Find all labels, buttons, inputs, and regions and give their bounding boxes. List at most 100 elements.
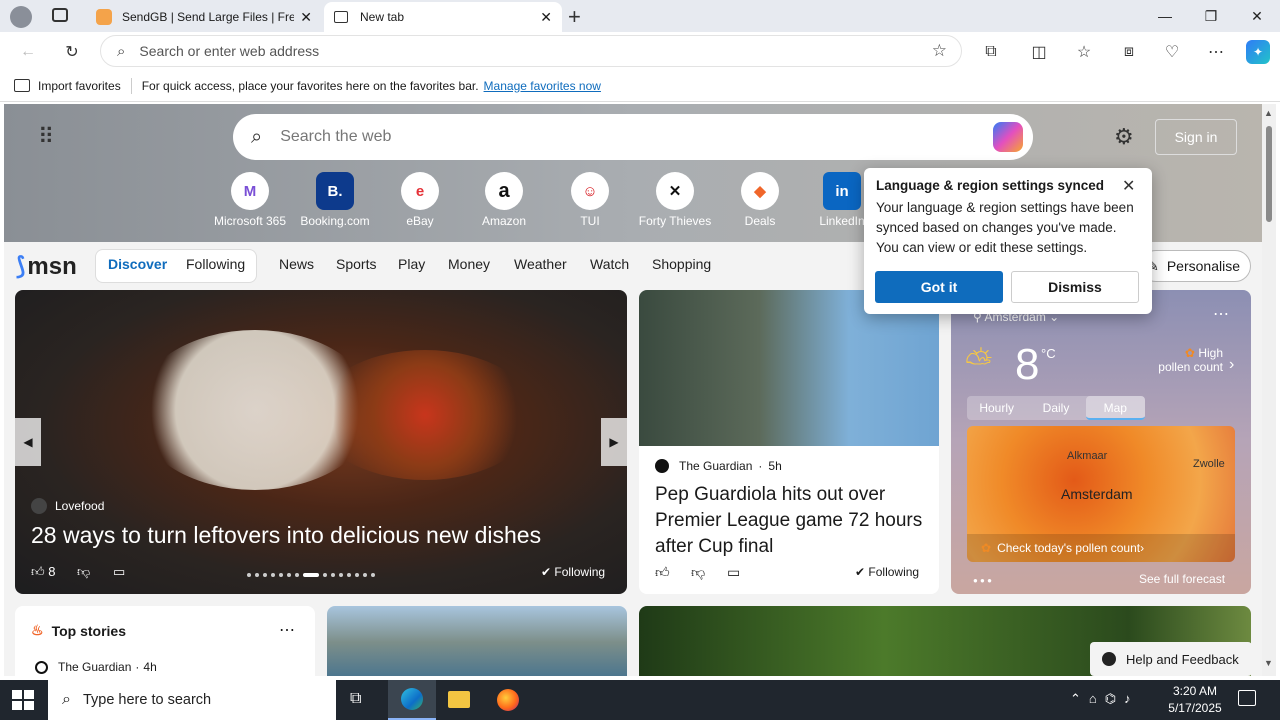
headline[interactable]: Pep Guardiola hits out over Premier Leag… bbox=[655, 482, 925, 560]
nav-sports[interactable]: Sports bbox=[336, 256, 376, 272]
nav-shopping[interactable]: Shopping bbox=[652, 256, 711, 272]
ebay-icon: e bbox=[401, 172, 439, 210]
close-icon[interactable]: ✕ bbox=[1122, 176, 1135, 196]
news-card[interactable]: The Guardian · 5h Pep Guardiola hits out… bbox=[639, 290, 939, 594]
quick-link-booking[interactable]: B. Booking.com bbox=[295, 172, 375, 228]
cycling-card[interactable] bbox=[327, 606, 627, 676]
web-search-box[interactable]: ⌕ Search the web bbox=[233, 114, 1033, 160]
quick-link-label: TUI bbox=[580, 214, 600, 228]
more-options-icon[interactable]: ⋯ bbox=[279, 620, 295, 640]
dismiss-button[interactable]: Dismiss bbox=[1011, 271, 1139, 303]
nav-weather[interactable]: Weather bbox=[514, 256, 567, 272]
chevron-right-icon[interactable]: › bbox=[1229, 356, 1234, 374]
see-full-forecast-link[interactable]: See full forecast bbox=[1139, 572, 1225, 586]
carousel-prev-button[interactable]: ◀ bbox=[15, 418, 41, 466]
quick-link-tui[interactable]: ☺ TUI bbox=[550, 172, 630, 228]
more-options-icon[interactable]: ⋯ bbox=[1213, 304, 1229, 324]
favorite-star-icon[interactable]: ☆ bbox=[932, 41, 947, 61]
split-screen-icon[interactable]: ◫ bbox=[1027, 40, 1051, 64]
refresh-icon[interactable]: ↻ bbox=[60, 40, 84, 64]
close-icon[interactable]: ✕ bbox=[540, 9, 552, 26]
headline[interactable]: 28 ways to turn leftovers into delicious… bbox=[31, 522, 541, 549]
apps-grid-icon[interactable]: ⠿ bbox=[38, 126, 58, 148]
performance-icon[interactable]: ♡ bbox=[1160, 40, 1184, 64]
nav-money[interactable]: Money bbox=[448, 256, 490, 272]
file-explorer-icon[interactable] bbox=[448, 691, 470, 708]
tab-hourly[interactable]: Hourly bbox=[967, 396, 1026, 420]
import-favorites-button[interactable]: Import favorites bbox=[38, 79, 121, 93]
minimize-button[interactable]: — bbox=[1142, 0, 1188, 32]
quick-link-ebay[interactable]: e eBay bbox=[380, 172, 460, 228]
carousel-dots[interactable] bbox=[247, 573, 375, 577]
pollen-cta[interactable]: ✿ Check today's pollen count › bbox=[967, 534, 1235, 562]
personalise-button[interactable]: ✎ Personalise bbox=[1140, 250, 1251, 282]
pollen-map[interactable]: Alkmaar Zwolle Amsterdam ✿ Check today's … bbox=[967, 426, 1235, 562]
favorites-icon[interactable]: ☆ bbox=[1072, 40, 1096, 64]
windows-start-icon[interactable] bbox=[12, 690, 34, 710]
firefox-icon[interactable] bbox=[497, 689, 519, 711]
taskbar: ⌕ Type here to search ⧉ ⌃⌂⌬♪ 3:20 AM 5/1… bbox=[0, 680, 1280, 720]
system-tray[interactable]: ⌃⌂⌬♪ bbox=[1070, 691, 1139, 707]
quick-link-amazon[interactable]: a Amazon bbox=[464, 172, 544, 228]
like-button[interactable]: 👍︎ 8 bbox=[31, 564, 55, 580]
scroll-up-icon[interactable]: ▲ bbox=[1264, 108, 1273, 118]
scrollbar[interactable]: ▲ ▼ bbox=[1262, 104, 1276, 676]
quick-link-deals[interactable]: ◆ Deals bbox=[720, 172, 800, 228]
close-window-button[interactable]: ✕ bbox=[1234, 0, 1280, 32]
settings-gear-icon[interactable]: ⚙ bbox=[1114, 124, 1134, 150]
search-icon: ⌕ bbox=[251, 125, 263, 148]
pollen-icon: ✿ bbox=[1184, 346, 1195, 360]
nav-play[interactable]: Play bbox=[398, 256, 425, 272]
carousel-next-button[interactable]: ▶ bbox=[601, 418, 627, 466]
comment-icon[interactable]: ▭ bbox=[727, 564, 740, 581]
back-icon[interactable]: ← bbox=[16, 40, 40, 64]
tab-new-tab[interactable]: New tab ✕ bbox=[324, 2, 562, 32]
following-badge[interactable]: ✔ Following bbox=[855, 565, 919, 579]
guardian-logo-icon bbox=[35, 660, 48, 674]
comment-icon[interactable]: ▭ bbox=[113, 564, 125, 580]
scroll-down-icon[interactable]: ▼ bbox=[1264, 658, 1273, 668]
tab-discover[interactable]: Discover bbox=[108, 256, 167, 272]
new-tab-button[interactable]: + bbox=[568, 4, 581, 30]
collections-icon[interactable]: ⧈ bbox=[1117, 40, 1141, 64]
address-bar[interactable]: ⌕ Search or enter web address ☆ bbox=[100, 35, 962, 67]
nav-watch[interactable]: Watch bbox=[590, 256, 629, 272]
msn-logo[interactable]: ⟆ msn bbox=[16, 252, 77, 281]
help-feedback-button[interactable]: Help and Feedback bbox=[1090, 642, 1252, 676]
like-icon[interactable]: 👍︎ bbox=[655, 564, 670, 581]
page-dots[interactable]: ● ● ● bbox=[973, 576, 992, 585]
tab-sendgb[interactable]: SendGB | Send Large Files | Free f ✕ bbox=[86, 2, 322, 32]
tab-map[interactable]: Map bbox=[1085, 396, 1145, 420]
scroll-thumb[interactable] bbox=[1266, 126, 1272, 222]
profile-icon[interactable] bbox=[10, 6, 32, 28]
notifications-icon[interactable] bbox=[1238, 690, 1256, 706]
dislike-icon[interactable]: 👎︎ bbox=[691, 564, 705, 581]
quick-link-forty-thieves[interactable]: ✕ Forty Thieves bbox=[635, 172, 715, 228]
tab-daily[interactable]: Daily bbox=[1026, 396, 1085, 420]
edge-taskbar-icon[interactable] bbox=[388, 680, 436, 720]
got-it-button[interactable]: Got it bbox=[875, 271, 1003, 303]
source-row: The Guardian · 5h bbox=[655, 459, 782, 473]
taskbar-search-box[interactable]: ⌕ Type here to search bbox=[48, 680, 336, 720]
dislike-icon[interactable]: 👎︎ bbox=[77, 564, 90, 580]
tab-actions-icon[interactable] bbox=[52, 8, 68, 22]
close-icon[interactable]: ✕ bbox=[300, 9, 312, 26]
pollen-indicator[interactable]: ✿ High pollen count bbox=[1141, 346, 1223, 374]
sign-in-button[interactable]: Sign in bbox=[1155, 119, 1237, 155]
extensions-icon[interactable]: ⧉ bbox=[979, 40, 1003, 64]
task-view-icon[interactable]: ⧉ bbox=[350, 690, 361, 708]
restore-button[interactable]: ❐ bbox=[1188, 0, 1234, 32]
feature-card[interactable]: ◀ ▶ Lovefood 28 ways to turn leftovers i… bbox=[15, 290, 627, 594]
quick-link-microsoft-365[interactable]: M Microsoft 365 bbox=[210, 172, 290, 228]
following-badge[interactable]: ✔ Following bbox=[541, 565, 605, 579]
copilot-icon[interactable] bbox=[993, 122, 1023, 152]
more-icon[interactable]: ⋯ bbox=[1204, 40, 1228, 64]
copilot-icon[interactable]: ✦ bbox=[1246, 40, 1270, 64]
tab-following[interactable]: Following bbox=[186, 256, 245, 272]
nav-news[interactable]: News bbox=[279, 256, 314, 272]
source-name: The Guardian bbox=[58, 660, 132, 674]
manage-favorites-link[interactable]: Manage favorites now bbox=[484, 79, 601, 93]
clock[interactable]: 3:20 AM 5/17/2025 bbox=[1164, 683, 1226, 717]
temperature: 8 bbox=[1015, 340, 1040, 389]
weather-card[interactable]: ⚲ Amsterdam ⌄ ⋯ ⛅︎ 8 °C ✿ High pollen cou… bbox=[951, 290, 1251, 594]
